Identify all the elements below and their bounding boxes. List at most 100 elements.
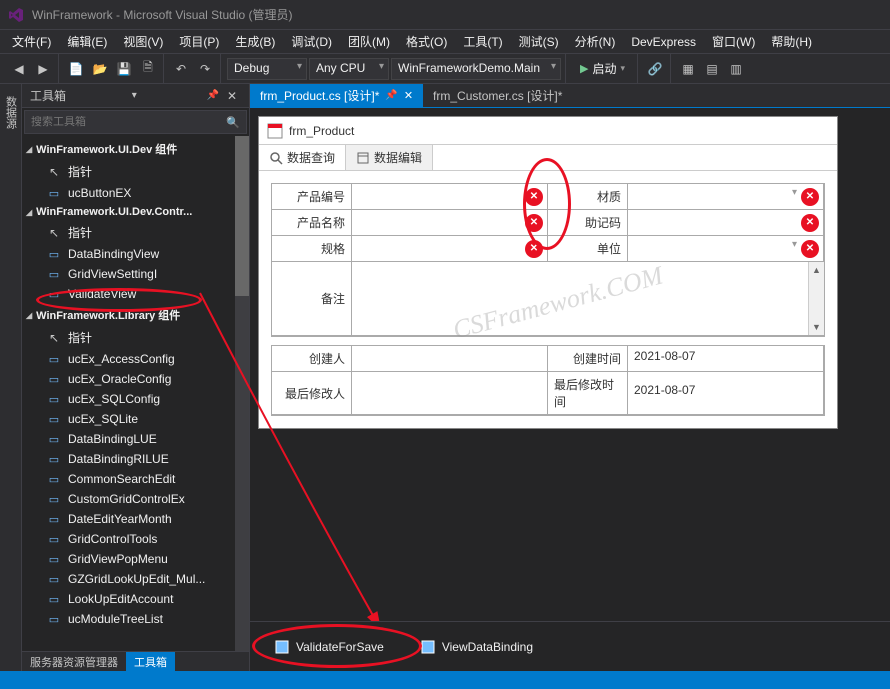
search-icon[interactable]: 🔍 (220, 116, 246, 129)
toolbox-item-databindingrilue[interactable]: DataBindingRILUE (22, 449, 249, 469)
nav-forward-button[interactable]: ▶ (32, 58, 54, 80)
menu-project[interactable]: 项目(P) (171, 31, 227, 52)
new-file-button[interactable]: 📄 (65, 58, 87, 80)
toolbox-item-databindinglue[interactable]: DataBindingLUE (22, 429, 249, 449)
align-button-2[interactable]: ▤ (701, 58, 723, 80)
memo-textarea[interactable] (352, 262, 808, 332)
toolbox-item-gzgridlookupedit_mul...[interactable]: GZGridLookUpEdit_Mul... (22, 569, 249, 589)
toolbox-item-validateview[interactable]: ValidateView (22, 284, 249, 304)
dropdown-icon[interactable]: ▾ (128, 90, 141, 101)
field-input[interactable] (354, 383, 545, 403)
menu-format[interactable]: 格式(O) (398, 31, 455, 52)
toolbox-item-databindingview[interactable]: DataBindingView (22, 244, 249, 264)
doc-tab-product[interactable]: frm_Product.cs [设计]* 📌 ✕ (250, 84, 423, 107)
item-label: GZGridLookUpEdit_Mul... (68, 572, 205, 586)
menu-help[interactable]: 帮助(H) (763, 31, 820, 52)
form-tab-edit[interactable]: 数据编辑 (346, 145, 433, 170)
menu-team[interactable]: 团队(M) (340, 31, 398, 52)
menu-devexpress[interactable]: DevExpress (623, 33, 704, 51)
ctrl-icon (46, 612, 62, 626)
undo-button[interactable]: ↶ (170, 58, 192, 80)
pin-icon[interactable]: 📌 (202, 90, 222, 101)
run-button[interactable]: ▶ 启动 ▾ (572, 58, 633, 79)
toolbox-tree: WinFramework.UI.Dev 组件指针ucButtonEXWinFra… (22, 136, 249, 651)
field-input[interactable] (354, 187, 525, 207)
align-button-3[interactable]: ▥ (725, 58, 747, 80)
tray-item-viewdatabinding[interactable]: ViewDataBinding (412, 635, 541, 659)
search-input[interactable] (25, 116, 220, 128)
item-label: DataBindingLUE (68, 432, 157, 446)
startup-combo[interactable]: WinFrameworkDemo.Main (391, 58, 561, 80)
scrollbar[interactable] (235, 136, 249, 651)
toolbox-item-ucex_oracleconfig[interactable]: ucEx_OracleConfig (22, 369, 249, 389)
tab-server-explorer[interactable]: 服务器资源管理器 (22, 652, 126, 671)
toolbox-item-commonsearchedit[interactable]: CommonSearchEdit (22, 469, 249, 489)
toolbox-item-指针[interactable]: 指针 (22, 221, 249, 244)
pin-icon[interactable]: 📌 (385, 90, 397, 101)
field-label: 最后修改时间 (548, 372, 628, 414)
play-icon: ▶ (580, 62, 588, 75)
scroll-up-icon[interactable]: ▲ (809, 262, 824, 278)
field-input[interactable] (354, 349, 545, 369)
field-input[interactable] (630, 187, 801, 207)
close-icon[interactable]: ✕ (223, 89, 241, 103)
field-input[interactable] (354, 213, 525, 233)
menu-test[interactable]: 测试(S) (511, 31, 567, 52)
form-tab-query[interactable]: 数据查询 (259, 145, 346, 170)
toolbox-item-ucbuttonex[interactable]: ucButtonEX (22, 183, 249, 203)
menu-window[interactable]: 窗口(W) (704, 31, 763, 52)
toolbox-item-ucmoduletreelist[interactable]: ucModuleTreeList (22, 609, 249, 629)
doc-tab-customer[interactable]: frm_Customer.cs [设计]* (423, 84, 572, 107)
form-cell: 创建时间2021-08-07 (548, 346, 824, 372)
field-input[interactable] (354, 239, 525, 259)
form-preview[interactable]: frm_Product 数据查询 数据编辑 产品编号材质产品名称助记码规格单位备… (258, 116, 838, 429)
redo-button[interactable]: ↷ (194, 58, 216, 80)
toolbox-item-gridcontroltools[interactable]: GridControlTools (22, 529, 249, 549)
titlebar: WinFramework - Microsoft Visual Studio (… (0, 0, 890, 30)
toolbox-item-ucex_accessconfig[interactable]: ucEx_AccessConfig (22, 349, 249, 369)
menu-analyze[interactable]: 分析(N) (567, 31, 624, 52)
scrollbar-thumb[interactable] (235, 136, 249, 296)
toolbox-item-指针[interactable]: 指针 (22, 160, 249, 183)
menu-view[interactable]: 视图(V) (115, 31, 171, 52)
menu-tools[interactable]: 工具(T) (455, 31, 510, 52)
toolbox-item-customgridcontrolex[interactable]: CustomGridControlEx (22, 489, 249, 509)
textarea-scrollbar[interactable]: ▲▼ (808, 262, 824, 335)
toolbox-search[interactable]: 🔍 (24, 110, 247, 134)
config-combo[interactable]: Debug (227, 58, 307, 80)
tab-toolbox[interactable]: 工具箱 (126, 652, 175, 671)
toolbox-item-dateedityearmonth[interactable]: DateEditYearMonth (22, 509, 249, 529)
toolbox-group[interactable]: WinFramework.Library 组件 (22, 304, 249, 326)
scroll-down-icon[interactable]: ▼ (809, 319, 824, 335)
form-titlebar: frm_Product (259, 117, 837, 145)
menu-build[interactable]: 生成(B) (227, 31, 283, 52)
toolbox-group[interactable]: WinFramework.UI.Dev 组件 (22, 138, 249, 160)
field-input[interactable] (630, 239, 801, 259)
designer-canvas[interactable]: frm_Product 数据查询 数据编辑 产品编号材质产品名称助记码规格单位备… (250, 108, 890, 621)
toolbox-item-gridviewpopmenu[interactable]: GridViewPopMenu (22, 549, 249, 569)
item-label: LookUpEditAccount (68, 592, 173, 606)
menu-file[interactable]: 文件(F) (4, 31, 59, 52)
field-input[interactable]: 2021-08-07 (630, 383, 821, 403)
field-input[interactable] (630, 213, 801, 233)
toolbox-item-ucex_sqlconfig[interactable]: ucEx_SQLConfig (22, 389, 249, 409)
toolbox-item-lookupeditaccount[interactable]: LookUpEditAccount (22, 589, 249, 609)
toolbox-item-ucex_sqlite[interactable]: ucEx_SQLite (22, 409, 249, 429)
browser-link-button[interactable]: 🔗 (644, 58, 666, 80)
platform-combo[interactable]: Any CPU (309, 58, 389, 80)
tray-item-validateforsave[interactable]: ValidateForSave (266, 635, 392, 659)
form-cell: 产品名称 (272, 210, 548, 236)
nav-back-button[interactable]: ◀ (8, 58, 30, 80)
save-button[interactable]: 💾 (113, 58, 135, 80)
field-input[interactable]: 2021-08-07 (630, 349, 821, 369)
menu-edit[interactable]: 编辑(E) (59, 31, 115, 52)
close-icon[interactable]: ✕ (404, 89, 413, 102)
side-tab-server[interactable]: 数据源 (1, 88, 21, 137)
save-all-button[interactable]: 🗎 (137, 58, 159, 80)
align-button-1[interactable]: ▦ (677, 58, 699, 80)
toolbox-item-gridviewsettingi[interactable]: GridViewSettingI (22, 264, 249, 284)
open-file-button[interactable]: 📂 (89, 58, 111, 80)
toolbox-group[interactable]: WinFramework.UI.Dev.Contr... (22, 203, 249, 221)
menu-debug[interactable]: 调试(D) (283, 31, 340, 52)
toolbox-item-指针[interactable]: 指针 (22, 326, 249, 349)
